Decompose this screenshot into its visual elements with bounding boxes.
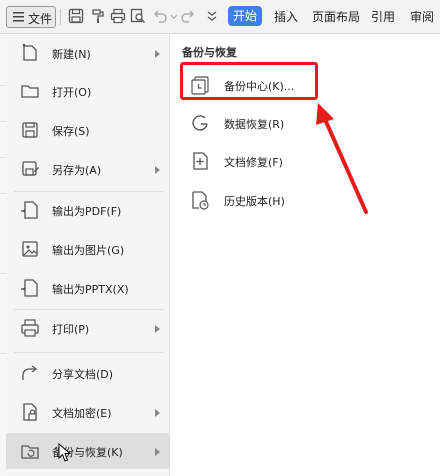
submenu-arrow-icon [155, 325, 160, 333]
print-preview-icon[interactable] [130, 8, 146, 24]
encrypt-icon [23, 403, 37, 421]
tab-page-layout[interactable]: 页面布局 [312, 8, 360, 25]
document-repair-icon [193, 152, 208, 170]
customize-dropdown-icon[interactable] [204, 8, 220, 24]
menu-item-export-pdf[interactable]: 输出为PDF(F) [6, 192, 169, 228]
menu-item-label: 输出为PPTX(X) [52, 283, 129, 296]
menu-item-label: 打印(P) [52, 323, 90, 336]
save-icon [22, 122, 38, 138]
share-icon [22, 365, 38, 380]
open-folder-icon [21, 85, 39, 98]
menu-item-new[interactable]: 新建(N) [6, 35, 169, 71]
submenu-item-label: 文档修复(F) [224, 156, 283, 169]
annotation-arrow-icon [316, 103, 368, 214]
menu-item-label: 分享文档(D) [52, 368, 114, 381]
history-version-icon [192, 191, 209, 210]
tab-review[interactable]: 审阅 [410, 8, 434, 25]
menu-item-export-pptx[interactable]: 输出为PPTX(X) [6, 270, 169, 306]
submenu-arrow-icon [155, 166, 160, 174]
new-document-icon [22, 43, 37, 61]
menu-item-print[interactable]: 打印(P) [6, 310, 169, 346]
toolbar-separator [60, 9, 61, 25]
tab-insert[interactable]: 插入 [274, 8, 298, 25]
menu-item-label: 保存(S) [52, 125, 90, 138]
menu-item-label: 新建(N) [52, 48, 91, 61]
file-menu-button[interactable]: 文件 [6, 6, 56, 28]
pdf-icon [21, 201, 38, 219]
quick-access-toolbar: 文件 开始 插入 页面布局 引用 审阅 [0, 0, 440, 34]
submenu-item-label: 历史版本(H) [224, 195, 285, 208]
menu-item-label: 另存为(A) [52, 164, 102, 177]
print-icon[interactable] [110, 8, 126, 24]
menu-divider [14, 352, 164, 353]
menu-item-export-image[interactable]: 输出为图片(G) [6, 231, 169, 267]
file-menu-label: 文件 [28, 12, 53, 26]
print-icon [21, 319, 39, 337]
annotation-highlight-box [180, 62, 318, 100]
image-icon [22, 241, 38, 257]
menu-item-open[interactable]: 打开(O) [6, 73, 169, 109]
menu-item-share[interactable]: 分享文档(D) [6, 355, 169, 391]
menu-item-label: 输出为PDF(F) [52, 205, 122, 218]
menu-item-encrypt[interactable]: 文档加密(E) [6, 394, 169, 430]
menu-item-label: 打开(O) [52, 86, 92, 99]
submenu-title: 备份与恢复 [182, 46, 237, 59]
menu-item-save[interactable]: 保存(S) [6, 112, 169, 148]
file-menu: 新建(N) 打开(O) 保存(S) 另存为(A) 输出为PDF(F) 输出为图片… [6, 35, 170, 476]
menu-item-label: 文档加密(E) [52, 407, 112, 420]
tab-home[interactable]: 开始 [228, 6, 262, 26]
save-icon[interactable] [68, 8, 84, 24]
submenu-arrow-icon [155, 50, 160, 58]
menu-item-backup-restore[interactable]: 备份与恢复(K) [6, 433, 169, 469]
pptx-icon [21, 279, 38, 297]
backup-restore-icon [21, 445, 39, 459]
submenu-arrow-icon [155, 409, 160, 417]
menu-item-label: 输出为图片(G) [52, 244, 125, 257]
submenu-arrow-icon [155, 448, 160, 456]
format-painter-icon[interactable] [90, 8, 106, 24]
hamburger-icon [13, 12, 24, 22]
menu-item-save-as[interactable]: 另存为(A) [6, 151, 169, 187]
save-as-icon [22, 161, 39, 176]
tab-references[interactable]: 引用 [371, 8, 395, 25]
redo-icon[interactable] [180, 8, 196, 24]
submenu-item-label: 数据恢复(R) [224, 118, 285, 131]
data-recovery-icon [192, 115, 208, 131]
mouse-cursor-icon [58, 443, 72, 462]
